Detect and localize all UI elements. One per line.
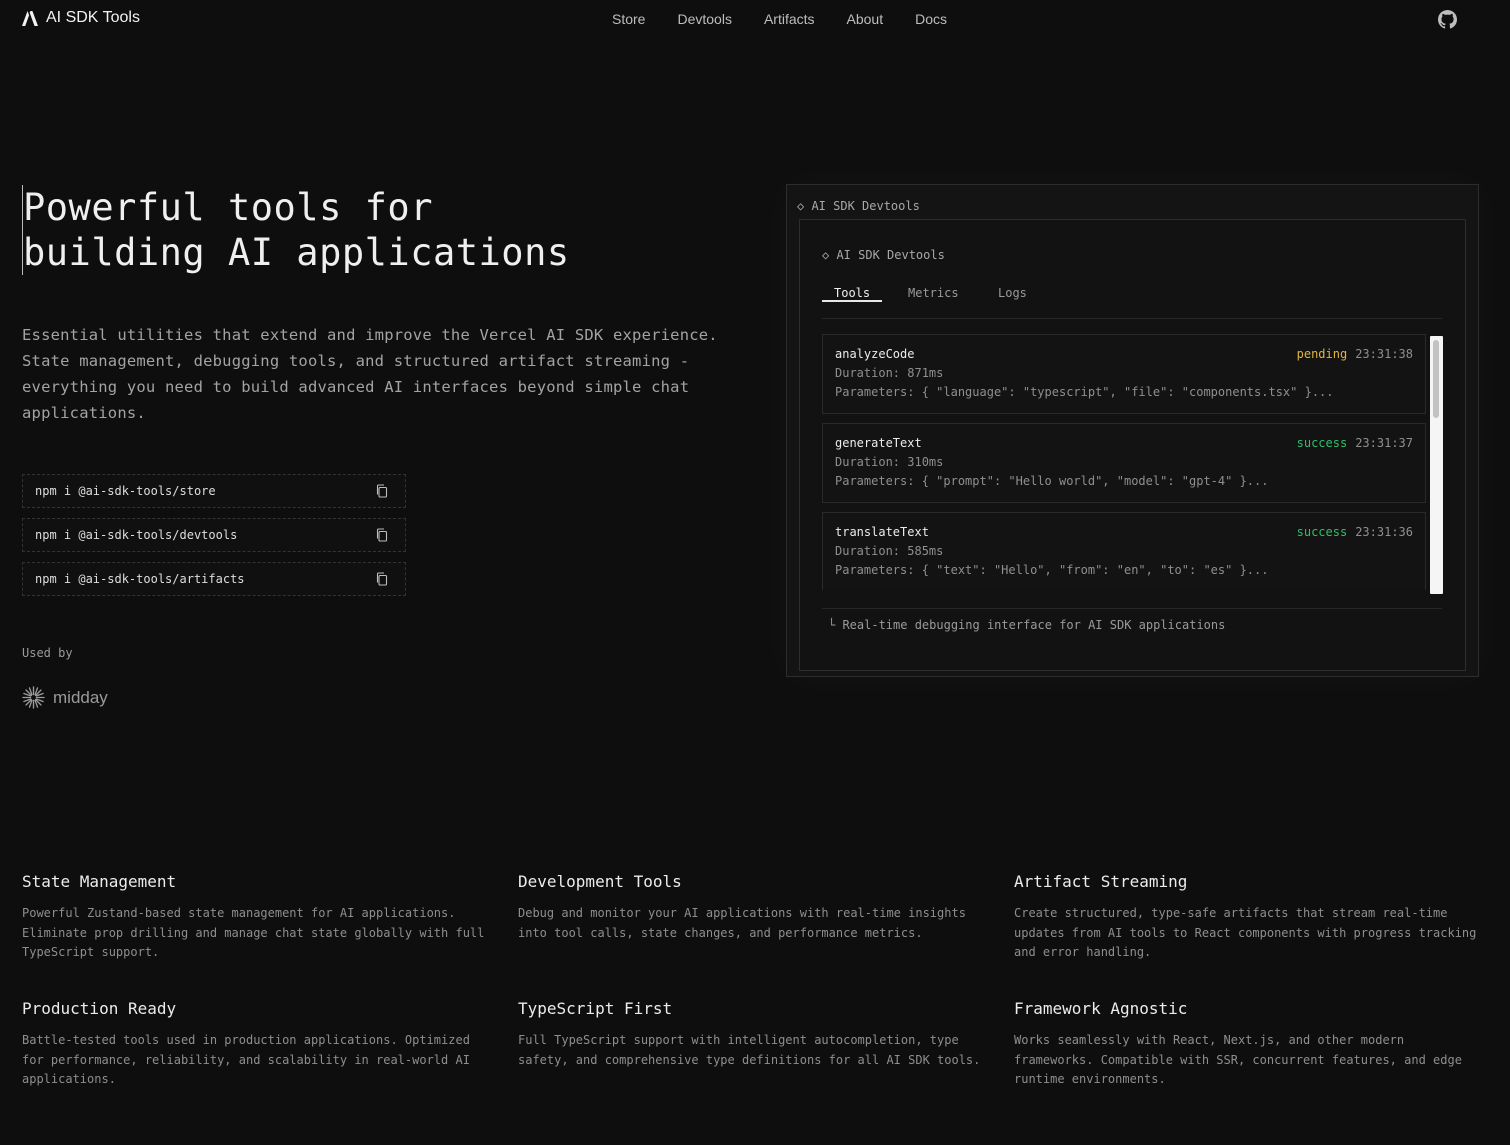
tool-call-card[interactable]: translateText Duration: 585ms Parameters…: [822, 512, 1426, 590]
feature-title: Development Tools: [518, 872, 682, 891]
feature-framework-agnostic: Framework Agnostic Works seamlessly with…: [1014, 999, 1484, 1090]
devtools-inner-title: ◇ AI SDK Devtools: [822, 248, 945, 262]
tool-call-card[interactable]: analyzeCode Duration: 871ms Parameters: …: [822, 334, 1426, 414]
tool-duration: Duration: 871ms: [835, 366, 944, 380]
feature-description: Battle-tested tools used in production a…: [22, 1033, 470, 1086]
copy-icon[interactable]: [375, 484, 389, 498]
nav-link-store[interactable]: Store: [612, 11, 645, 27]
timestamp: 23:31:37: [1355, 436, 1413, 450]
tool-list-scrollbar[interactable]: [1430, 336, 1443, 594]
copy-icon[interactable]: [375, 572, 389, 586]
feature-title: State Management: [22, 872, 177, 891]
timestamp: 23:31:38: [1355, 347, 1413, 361]
command-text: npm i @ai-sdk-tools/store: [35, 484, 216, 498]
midday-wordmark: midday: [53, 687, 108, 707]
feature-description: Powerful Zustand-based state management …: [22, 906, 485, 959]
tool-parameters: Parameters: { "language": "typescript", …: [835, 385, 1334, 399]
feature-typescript-first: TypeScript First Full TypeScript support…: [518, 999, 988, 1070]
feature-development-tools: Development Tools Debug and monitor your…: [518, 872, 988, 943]
tool-status-time: success 23:31:36: [1297, 525, 1413, 539]
brand-logo[interactable]: AI SDK Tools: [22, 9, 140, 27]
top-nav: AI SDK Tools Store Devtools Artifacts Ab…: [0, 0, 1510, 38]
tool-status-time: success 23:31:37: [1297, 436, 1413, 450]
feature-artifact-streaming: Artifact Streaming Create structured, ty…: [1014, 872, 1484, 963]
tool-duration: Duration: 310ms: [835, 455, 944, 469]
feature-title: Framework Agnostic: [1014, 999, 1188, 1018]
feature-title: Production Ready: [22, 999, 177, 1018]
feature-production-ready: Production Ready Battle-tested tools use…: [22, 999, 492, 1090]
brand-name: AI SDK Tools: [46, 9, 140, 26]
feature-state-management: State Management Powerful Zustand-based …: [22, 872, 492, 963]
tool-status-time: pending 23:31:38: [1297, 347, 1413, 361]
hero-title-line1: Powerful tools for: [23, 186, 433, 229]
scrollbar-thumb[interactable]: [1433, 340, 1439, 418]
timestamp: 23:31:36: [1355, 525, 1413, 539]
nav-link-docs[interactable]: Docs: [915, 11, 947, 27]
hero-title: Powerful tools for building AI applicati…: [22, 185, 570, 275]
midday-logo[interactable]: midday: [22, 686, 108, 709]
feature-title: Artifact Streaming: [1014, 872, 1188, 891]
tab-logs[interactable]: Logs: [998, 282, 1027, 317]
install-command-store[interactable]: npm i @ai-sdk-tools/store: [22, 474, 406, 508]
status-badge: success: [1296, 525, 1348, 539]
install-command-devtools[interactable]: npm i @ai-sdk-tools/devtools: [22, 518, 406, 552]
nav-link-devtools[interactable]: Devtools: [677, 11, 731, 27]
hero-title-line2: building AI applications: [23, 231, 570, 274]
midday-sun-icon: [22, 686, 45, 709]
install-command-artifacts[interactable]: npm i @ai-sdk-tools/artifacts: [22, 562, 406, 596]
divider: [822, 608, 1442, 609]
tool-parameters: Parameters: { "prompt": "Hello world", "…: [835, 474, 1269, 488]
copy-icon[interactable]: [375, 528, 389, 542]
github-icon[interactable]: [1438, 10, 1457, 29]
tab-tools[interactable]: Tools: [822, 282, 883, 302]
hero-description: Essential utilities that extend and impr…: [22, 326, 718, 422]
command-text: npm i @ai-sdk-tools/devtools: [35, 528, 238, 542]
command-text: npm i @ai-sdk-tools/artifacts: [35, 572, 245, 586]
feature-description: Full TypeScript support with intelligent…: [518, 1033, 981, 1067]
status-badge: pending: [1296, 347, 1348, 361]
nav-links: Store Devtools Artifacts About Docs: [612, 11, 947, 27]
devtools-outer-title: ◇ AI SDK Devtools: [797, 199, 920, 213]
devtools-inner-panel: ◇ AI SDK Devtools Tools Metrics Logs ana…: [799, 219, 1466, 671]
tab-metrics[interactable]: Metrics: [908, 282, 959, 317]
tool-call-list: analyzeCode Duration: 871ms Parameters: …: [822, 334, 1426, 590]
used-by-label: Used by: [22, 646, 73, 660]
install-commands: npm i @ai-sdk-tools/store npm i @ai-sdk-…: [22, 474, 406, 606]
devtools-tabs: Tools Metrics Logs: [822, 282, 1442, 319]
devtools-footer-caption: └ Real-time debugging interface for AI S…: [828, 618, 1226, 632]
tool-duration: Duration: 585ms: [835, 544, 944, 558]
nav-link-artifacts[interactable]: Artifacts: [764, 11, 815, 27]
feature-description: Create structured, type-safe artifacts t…: [1014, 906, 1477, 959]
nav-link-about[interactable]: About: [847, 11, 884, 27]
devtools-preview-window: ◇ AI SDK Devtools ◇ AI SDK Devtools Tool…: [786, 184, 1479, 677]
triangle-logo-icon: [22, 10, 38, 26]
feature-description: Debug and monitor your AI applications w…: [518, 906, 966, 940]
feature-title: TypeScript First: [518, 999, 673, 1018]
feature-description: Works seamlessly with React, Next.js, an…: [1014, 1033, 1462, 1086]
tool-call-card[interactable]: generateText Duration: 310ms Parameters:…: [822, 423, 1426, 503]
tool-parameters: Parameters: { "text": "Hello", "from": "…: [835, 563, 1269, 577]
status-badge: success: [1296, 436, 1348, 450]
